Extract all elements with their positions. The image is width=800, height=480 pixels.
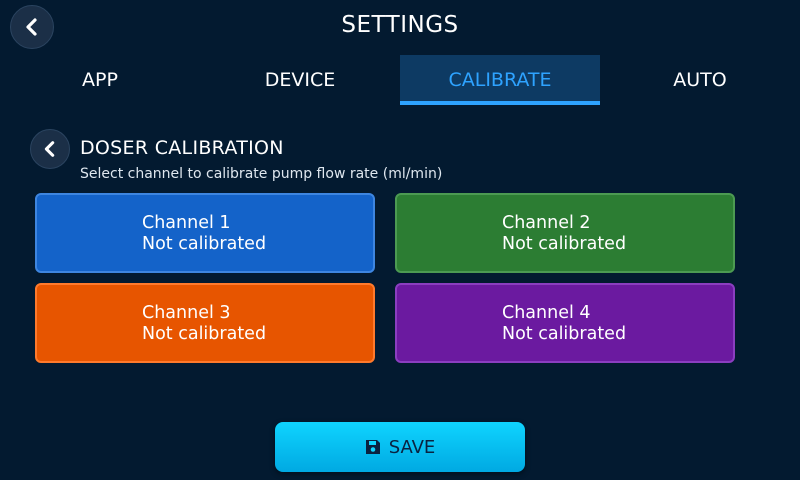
section-back-button[interactable] [30, 129, 70, 169]
channel-1-button[interactable]: Channel 1 Not calibrated [35, 193, 375, 273]
tab-calibrate[interactable]: CALIBRATE [400, 55, 600, 105]
channel-4-button[interactable]: Channel 4 Not calibrated [395, 283, 735, 363]
settings-screen: SETTINGS APP DEVICE CALIBRATE AUTO DOSER… [0, 0, 800, 480]
tab-bar: APP DEVICE CALIBRATE AUTO [0, 55, 800, 105]
channel-status: Not calibrated [502, 234, 627, 254]
save-button[interactable]: SAVE [275, 422, 525, 472]
tab-app[interactable]: APP [0, 55, 200, 105]
tab-auto[interactable]: AUTO [600, 55, 800, 105]
channel-3-button[interactable]: Channel 3 Not calibrated [35, 283, 375, 363]
section-subtitle: Select channel to calibrate pump flow ra… [80, 166, 443, 182]
channel-2-button[interactable]: Channel 2 Not calibrated [395, 193, 735, 273]
floppy-disk-icon [365, 440, 380, 454]
channel-name: Channel 4 [502, 303, 591, 323]
section-title: DOSER CALIBRATION [80, 137, 284, 159]
save-label: SAVE [388, 436, 436, 458]
channel-name: Channel 2 [502, 213, 591, 233]
channel-name: Channel 3 [142, 303, 231, 323]
chevron-left-icon [44, 141, 55, 157]
channel-status: Not calibrated [502, 324, 627, 344]
channel-status: Not calibrated [142, 234, 267, 254]
channel-status: Not calibrated [142, 324, 267, 344]
channel-name: Channel 1 [142, 213, 231, 233]
page-title: SETTINGS [341, 12, 459, 38]
tab-device[interactable]: DEVICE [200, 55, 400, 105]
